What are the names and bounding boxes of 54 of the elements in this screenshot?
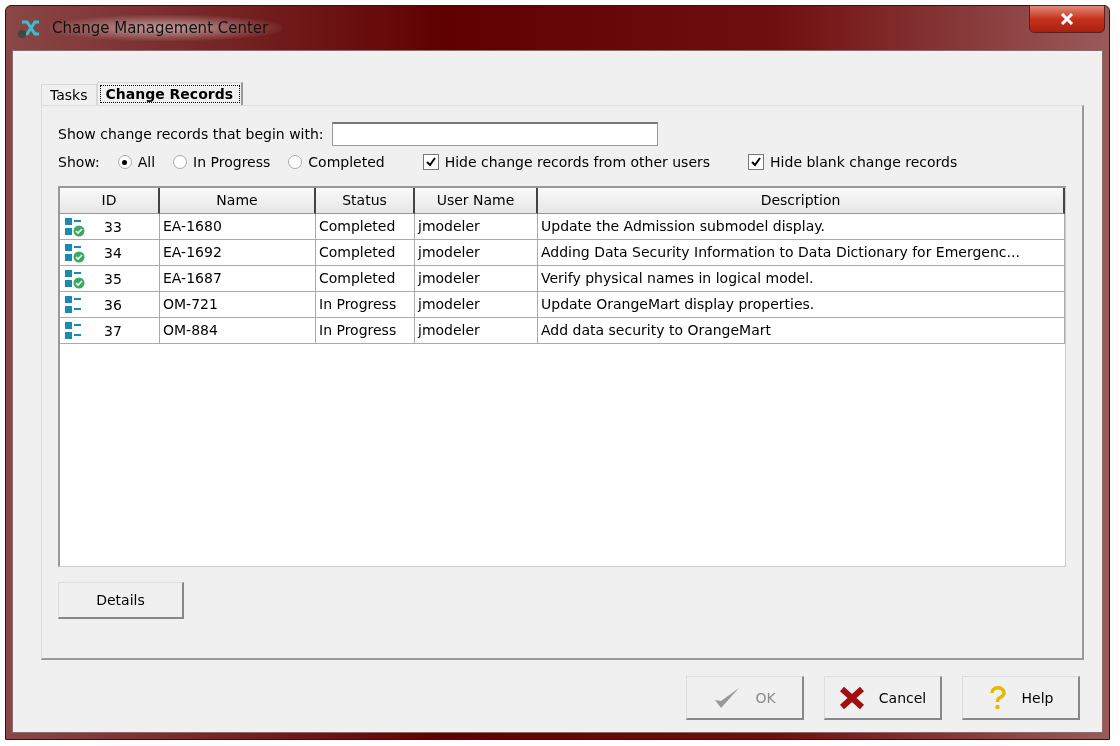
question-mark-icon [987, 684, 1008, 711]
table-cell: Adding Data Security Information to Data Dictionary for Emergenc... [538, 240, 1065, 266]
close-icon [838, 685, 865, 710]
filter-label: Show change records that begin with: [58, 126, 324, 142]
id-text: 34 [104, 244, 122, 261]
id-text: 33 [104, 218, 122, 235]
radio-button[interactable] [288, 155, 303, 169]
table-cell: Add data security to OrangeMart [538, 318, 1065, 344]
id-text: 37 [104, 322, 122, 339]
close-button[interactable] [1029, 5, 1105, 33]
radio-label: All [137, 154, 156, 170]
tab[interactable]: Tasks [41, 84, 97, 105]
radio-label: In Progress [193, 154, 271, 170]
radio-button[interactable] [173, 155, 188, 169]
checkbox[interactable] [748, 154, 765, 170]
column-header[interactable]: Description [538, 188, 1065, 214]
table-cell: Completed [316, 266, 415, 292]
help-button[interactable]: Help [962, 676, 1080, 720]
table-cell: Update OrangeMart display properties. [538, 292, 1065, 318]
table-cell: Update the Admission submodel display. [538, 214, 1065, 240]
table-cell: OM-721 [160, 292, 316, 318]
close-icon [1060, 13, 1074, 25]
table-cell: Completed [316, 214, 415, 240]
table-cell: EA-1680 [160, 214, 316, 240]
table-cell: In Progress [316, 292, 415, 318]
table-cell: Verify physical names in logical model. [538, 266, 1065, 292]
column-header[interactable]: ID [60, 188, 160, 214]
table-cell: jmodeler [415, 240, 538, 266]
check-icon [713, 685, 742, 710]
filter-field[interactable] [331, 122, 658, 146]
tab[interactable]: Change Records [96, 82, 243, 106]
radio-label: Completed [308, 154, 385, 170]
checkbox[interactable] [422, 154, 439, 170]
checkbox-label: Hide change records from other users [444, 154, 711, 170]
show-label: Show: [58, 154, 100, 170]
details-button[interactable]: Details [58, 582, 184, 619]
column-header[interactable]: Status [316, 188, 415, 214]
table-cell: EA-1687 [160, 266, 316, 292]
cancel-button[interactable]: Cancel [824, 676, 942, 720]
table-cell: Completed [316, 240, 415, 266]
table-cell: jmodeler [415, 214, 538, 240]
table-cell: jmodeler [415, 266, 538, 292]
radio-button[interactable] [117, 155, 132, 169]
checkbox-label: Hide blank change records [770, 154, 958, 170]
window-title: Change Management Center [50, 15, 283, 41]
table-cell: In Progress [316, 318, 415, 344]
table-cell: jmodeler [415, 292, 538, 318]
column-header[interactable]: Name [160, 188, 316, 214]
column-header[interactable]: User Name [415, 188, 538, 214]
table-cell: EA-1692 [160, 240, 316, 266]
table-cell: OM-884 [160, 318, 316, 344]
table-cell: jmodeler [415, 318, 538, 344]
id-text: 35 [104, 270, 122, 287]
id-text: 36 [104, 296, 122, 313]
